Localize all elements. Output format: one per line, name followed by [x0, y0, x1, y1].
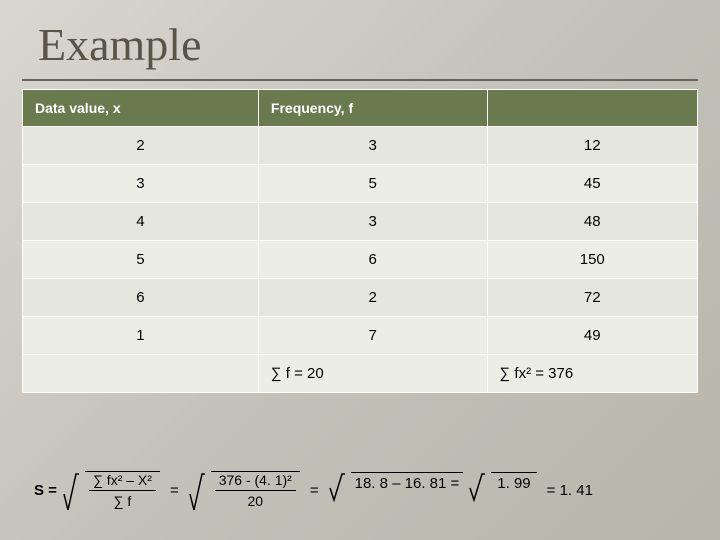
- frac1-den: ∑ f: [110, 491, 136, 509]
- cell-x: 6: [23, 279, 259, 317]
- data-table: Data value, x Frequency, f 2 3 12 3 5 45…: [22, 89, 698, 393]
- cell-f: 6: [258, 241, 487, 279]
- cell-x: 5: [23, 241, 259, 279]
- cell-f: 3: [258, 203, 487, 241]
- cell-f: 7: [258, 317, 487, 355]
- sum-f: ∑ f = 20: [258, 355, 487, 393]
- cell-f: 2: [258, 279, 487, 317]
- table-row: 2 3 12: [23, 127, 698, 165]
- table-row: 3 5 45: [23, 165, 698, 203]
- radical-icon: [469, 472, 485, 502]
- sum-fx2: ∑ fx² = 376: [487, 355, 697, 393]
- cell-c3: 150: [487, 241, 697, 279]
- radical-icon: [189, 472, 205, 512]
- cell-x: 4: [23, 203, 259, 241]
- minus-xbar2: – X²: [122, 472, 152, 488]
- sum-blank: [23, 355, 259, 393]
- cell-f: 3: [258, 127, 487, 165]
- equals-3: = 1. 41: [547, 482, 593, 499]
- cell-x: 1: [23, 317, 259, 355]
- cell-c3: 45: [487, 165, 697, 203]
- table-row: 1 7 49: [23, 317, 698, 355]
- page-title: Example: [0, 0, 720, 79]
- table-sum-row: ∑ f = 20 ∑ fx² = 376: [23, 355, 698, 393]
- frac2-den: 20: [243, 491, 267, 509]
- frac1-num: ∑ fx²: [93, 472, 122, 488]
- title-underline: [22, 79, 698, 81]
- col-header-f: Frequency, f: [258, 90, 487, 127]
- radical-icon: [329, 472, 345, 502]
- formula-lhs: S =: [34, 482, 57, 499]
- radical-icon: [63, 472, 79, 512]
- frac-1: ∑ fx² – X² ∑ f: [85, 471, 160, 509]
- part4: 1. 99: [491, 472, 536, 492]
- frac-2: 376 - (4. 1)² 20: [211, 471, 300, 509]
- part2-tail: - (4. 1)²: [242, 472, 292, 488]
- cell-c3: 12: [487, 127, 697, 165]
- frac2-num: 376: [219, 472, 242, 488]
- cell-c3: 48: [487, 203, 697, 241]
- part3: 18. 8 – 16. 81 =: [351, 472, 464, 492]
- cell-f: 5: [258, 165, 487, 203]
- table-row: 6 2 72: [23, 279, 698, 317]
- cell-c3: 72: [487, 279, 697, 317]
- equals-1: =: [170, 482, 179, 499]
- cell-c3: 49: [487, 317, 697, 355]
- table-row: 4 3 48: [23, 203, 698, 241]
- col-header-x: Data value, x: [23, 90, 259, 127]
- formula-row: S = ∑ fx² – X² ∑ f = 376 - (4. 1)² 20 = …: [34, 472, 597, 512]
- cell-x: 3: [23, 165, 259, 203]
- col-header-blank: [487, 90, 697, 127]
- cell-x: 2: [23, 127, 259, 165]
- equals-2: =: [310, 482, 319, 499]
- table-row: 5 6 150: [23, 241, 698, 279]
